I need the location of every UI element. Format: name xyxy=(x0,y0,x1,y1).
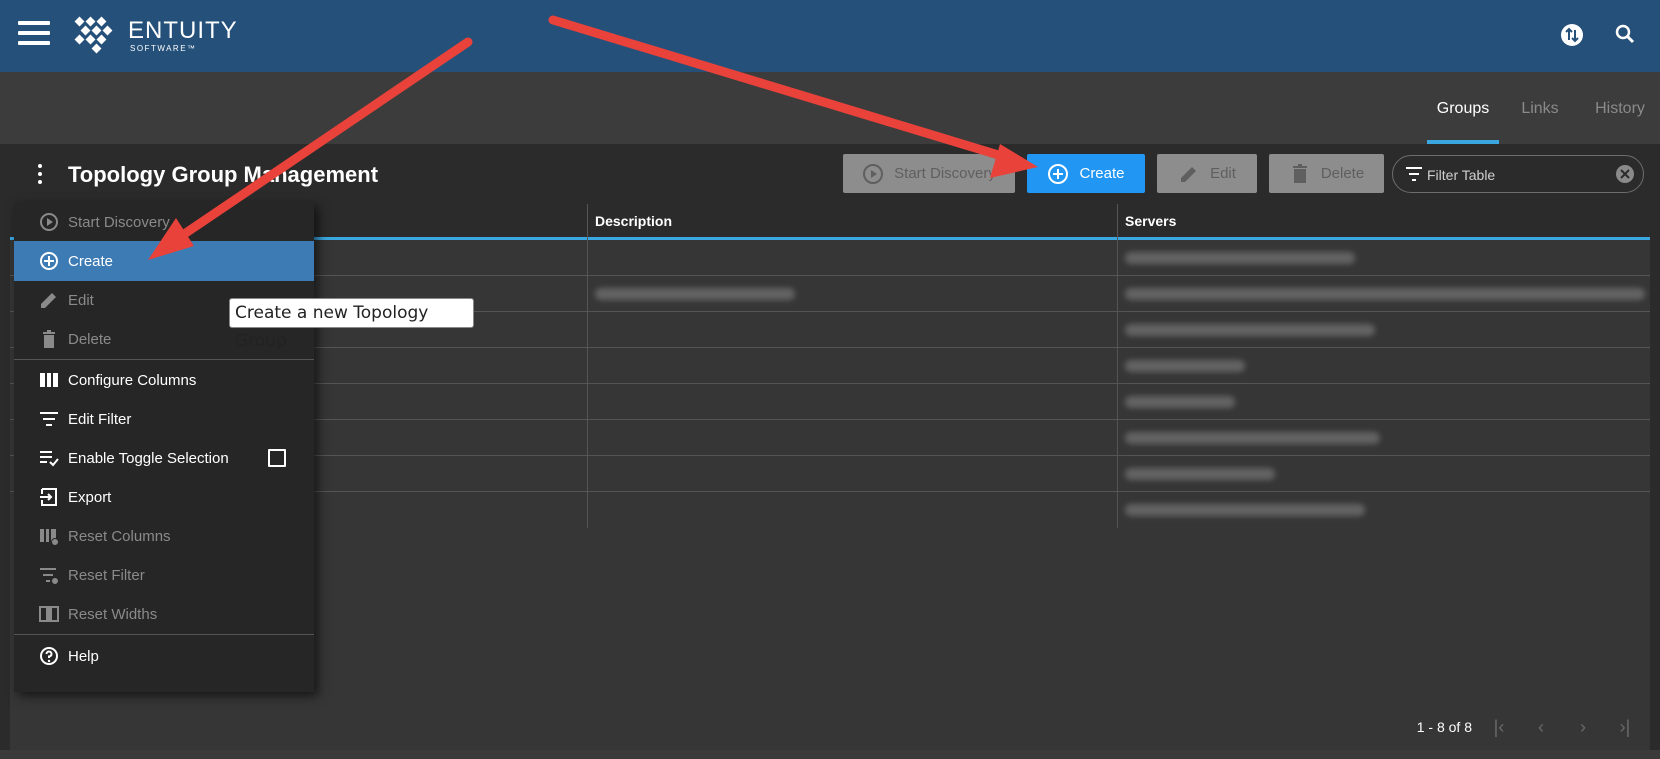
menu-item-label: Export xyxy=(68,488,112,506)
pencil-icon xyxy=(1181,166,1197,182)
menu-item-label: Reset Widths xyxy=(68,605,158,623)
columns-icon xyxy=(40,373,58,387)
servers-cell-blurred xyxy=(1125,324,1375,336)
play-circle-icon xyxy=(40,213,58,231)
column-header-description[interactable]: Description xyxy=(587,204,1117,237)
menu-item-label: Edit xyxy=(68,291,94,309)
menu-item-label: Start Discovery xyxy=(68,213,170,231)
servers-cell-blurred xyxy=(1125,288,1645,300)
start-discovery-button[interactable]: Start Discovery xyxy=(843,154,1015,193)
edit-label: Edit xyxy=(1210,165,1236,182)
first-page-icon[interactable]: |‹ xyxy=(1484,716,1514,738)
servers-cell-blurred xyxy=(1125,432,1380,444)
trash-icon xyxy=(43,330,55,348)
menu-item-reset-columns[interactable]: Reset Columns xyxy=(14,516,314,556)
menu-item-label: Reset Filter xyxy=(68,566,145,584)
swap-icon[interactable] xyxy=(1559,22,1585,48)
toggle-selection-checkbox[interactable] xyxy=(268,449,286,467)
logo-subtitle: SOFTWARE™ xyxy=(130,44,197,53)
edit-button[interactable]: Edit xyxy=(1157,154,1257,193)
servers-cell-blurred xyxy=(1125,360,1245,372)
column-divider[interactable] xyxy=(587,204,588,528)
tab-history[interactable]: History xyxy=(1585,72,1655,144)
next-page-icon[interactable]: › xyxy=(1568,716,1598,738)
pagination: 1 - 8 of 8 |‹ ‹ › ›| xyxy=(1417,716,1640,738)
play-circle-icon xyxy=(863,163,884,184)
tab-groups[interactable]: Groups xyxy=(1427,72,1499,144)
reset-filter-icon xyxy=(40,568,59,585)
menu-item-label: Configure Columns xyxy=(68,371,197,389)
menu-item-label: Help xyxy=(68,647,99,665)
filter-icon xyxy=(40,412,58,426)
menu-item-label: Create xyxy=(68,252,114,270)
entuity-logo-mark-icon xyxy=(74,16,113,54)
search-icon[interactable] xyxy=(1612,22,1638,48)
column-header-servers[interactable]: Servers xyxy=(1117,204,1650,237)
entuity-logo[interactable]: ENTUITY SOFTWARE™ xyxy=(72,16,238,56)
reset-widths-icon xyxy=(39,606,59,622)
menu-item-create[interactable]: Create xyxy=(14,241,314,281)
servers-cell-blurred xyxy=(1125,252,1355,264)
clear-filter-icon[interactable] xyxy=(1615,164,1635,184)
delete-label: Delete xyxy=(1320,165,1365,182)
previous-page-icon[interactable]: ‹ xyxy=(1526,716,1556,738)
logo-name: ENTUITY xyxy=(128,17,238,44)
menu-item-label: Enable Toggle Selection xyxy=(68,449,229,467)
add-circle-icon xyxy=(1048,163,1069,184)
menu-item-help[interactable]: Help xyxy=(14,636,314,676)
menu-item-export[interactable]: Export xyxy=(14,477,314,517)
pencil-icon xyxy=(41,293,56,308)
tabs-bar: Groups Links History xyxy=(0,72,1660,144)
pagination-range: 1 - 8 of 8 xyxy=(1416,719,1472,735)
top-header: ENTUITY SOFTWARE™ xyxy=(0,0,1660,72)
hamburger-menu-icon[interactable] xyxy=(18,21,50,45)
servers-cell-blurred xyxy=(1125,468,1275,480)
last-page-icon[interactable]: ›| xyxy=(1610,716,1640,738)
servers-cell-blurred xyxy=(1125,396,1235,408)
menu-item-reset-filter[interactable]: Reset Filter xyxy=(14,555,314,595)
help-icon xyxy=(40,647,58,665)
reset-columns-icon xyxy=(40,529,59,546)
filter-icon xyxy=(1406,167,1422,181)
menu-item-label: Reset Columns xyxy=(68,527,171,545)
tab-links[interactable]: Links xyxy=(1515,72,1565,144)
create-label: Create xyxy=(1079,165,1125,182)
filter-table-field[interactable] xyxy=(1392,155,1644,193)
filter-table-input[interactable] xyxy=(1427,164,1607,186)
menu-item-start-discovery[interactable]: Start Discovery xyxy=(14,202,314,242)
menu-item-reset-widths[interactable]: Reset Widths xyxy=(14,594,314,634)
create-button[interactable]: Create xyxy=(1027,154,1145,193)
menu-item-edit-filter[interactable]: Edit Filter xyxy=(14,399,314,439)
menu-item-enable-toggle-selection[interactable]: Enable Toggle Selection xyxy=(14,438,314,478)
trash-icon xyxy=(1292,163,1307,183)
menu-item-configure-columns[interactable]: Configure Columns xyxy=(14,360,314,400)
start-discovery-label: Start Discovery xyxy=(894,165,996,182)
servers-cell-blurred xyxy=(1125,504,1365,516)
add-circle-icon xyxy=(40,252,58,270)
bottom-strip xyxy=(0,750,1660,759)
column-divider[interactable] xyxy=(1117,204,1118,528)
menu-divider xyxy=(14,634,314,635)
delete-button[interactable]: Delete xyxy=(1269,154,1384,193)
menu-item-label: Edit Filter xyxy=(68,410,132,428)
create-tooltip: Create a new Topology Group xyxy=(229,298,474,351)
kebab-menu-icon[interactable] xyxy=(36,164,44,186)
table-actions-menu: Start Discovery Create Edit Delete Confi… xyxy=(14,202,314,692)
page-title: Topology Group Management xyxy=(68,162,379,187)
description-cell-blurred xyxy=(595,288,795,300)
export-icon xyxy=(40,488,57,506)
checklist-icon xyxy=(40,451,59,467)
menu-item-label: Delete xyxy=(68,330,112,348)
